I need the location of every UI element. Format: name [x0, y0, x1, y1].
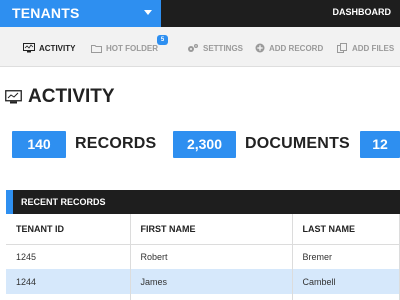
tenant-select-label: TENANTS: [12, 5, 80, 21]
recent-records-table: TENANT ID FIRST NAME LAST NAME 1245 Robe…: [6, 214, 400, 300]
toolbar-item-label: SETTINGS: [203, 43, 244, 53]
cell-first-name: [129, 294, 293, 300]
stat-third-count: 12: [360, 131, 400, 158]
column-header-tenant-id[interactable]: TENANT ID: [6, 214, 131, 245]
panel-title: RECENT RECORDS: [21, 197, 106, 207]
cell-tenant-id: [6, 294, 131, 300]
stat-records-count: 140: [12, 131, 66, 158]
monitor-chart-icon: [5, 90, 22, 104]
toolbar-item-label: ACTIVITY: [39, 43, 76, 53]
toolbar-item-hot-folder[interactable]: HOT FOLDER 5: [91, 35, 168, 55]
table-row[interactable]: 1244 James Cambell: [6, 269, 400, 294]
cell-tenant-id: 1245: [6, 244, 131, 269]
toolbar: ACTIVITY HOT FOLDER 5 SETTINGS ADD RECOR…: [0, 27, 400, 67]
gears-icon: [188, 44, 198, 52]
toolbar-item-label: ADD FILES: [352, 43, 395, 53]
folder-icon: [91, 44, 102, 53]
table-row[interactable]: [6, 294, 400, 300]
column-header-first-name[interactable]: FIRST NAME: [129, 214, 293, 245]
column-header-last-name[interactable]: LAST NAME: [291, 214, 400, 245]
toolbar-item-settings[interactable]: SETTINGS: [187, 41, 243, 55]
toolbar-item-add-record[interactable]: ADD RECORD: [255, 41, 323, 55]
chevron-down-icon[interactable]: [144, 10, 152, 15]
cell-last-name: Cambell: [291, 269, 400, 294]
files-icon: [337, 43, 347, 53]
recent-records-header: RECENT RECORDS: [6, 190, 400, 214]
tenant-select[interactable]: TENANTS: [0, 0, 161, 27]
cell-last-name: [291, 294, 400, 300]
cell-first-name: James: [129, 269, 293, 294]
top-bar: TENANTS DASHBOARD: [0, 0, 400, 27]
toolbar-item-activity[interactable]: ACTIVITY: [23, 41, 75, 55]
toolbar-item-label: HOT FOLDER: [106, 43, 158, 53]
toolbar-item-add-files[interactable]: ADD FILES: [337, 41, 394, 55]
toolbar-item-label: ADD RECORD: [269, 43, 324, 53]
dashboard-link[interactable]: DASHBOARD: [333, 7, 392, 17]
table-header-row: TENANT ID FIRST NAME LAST NAME: [6, 214, 400, 245]
cell-tenant-id: 1244: [6, 269, 131, 294]
table-row[interactable]: 1245 Robert Bremer: [6, 244, 400, 269]
notification-badge: 5: [157, 35, 168, 45]
stat-records-label: RECORDS: [75, 135, 157, 152]
cell-first-name: Robert: [129, 244, 293, 269]
plus-circle-icon: [255, 43, 265, 53]
stat-documents-count: 2,300: [173, 131, 236, 158]
page-header: ACTIVITY: [5, 86, 115, 108]
stat-documents-label: DOCUMENTS: [245, 135, 350, 152]
cell-last-name: Bremer: [291, 244, 400, 269]
page-title: ACTIVITY: [28, 86, 115, 107]
monitor-icon: [23, 43, 35, 53]
